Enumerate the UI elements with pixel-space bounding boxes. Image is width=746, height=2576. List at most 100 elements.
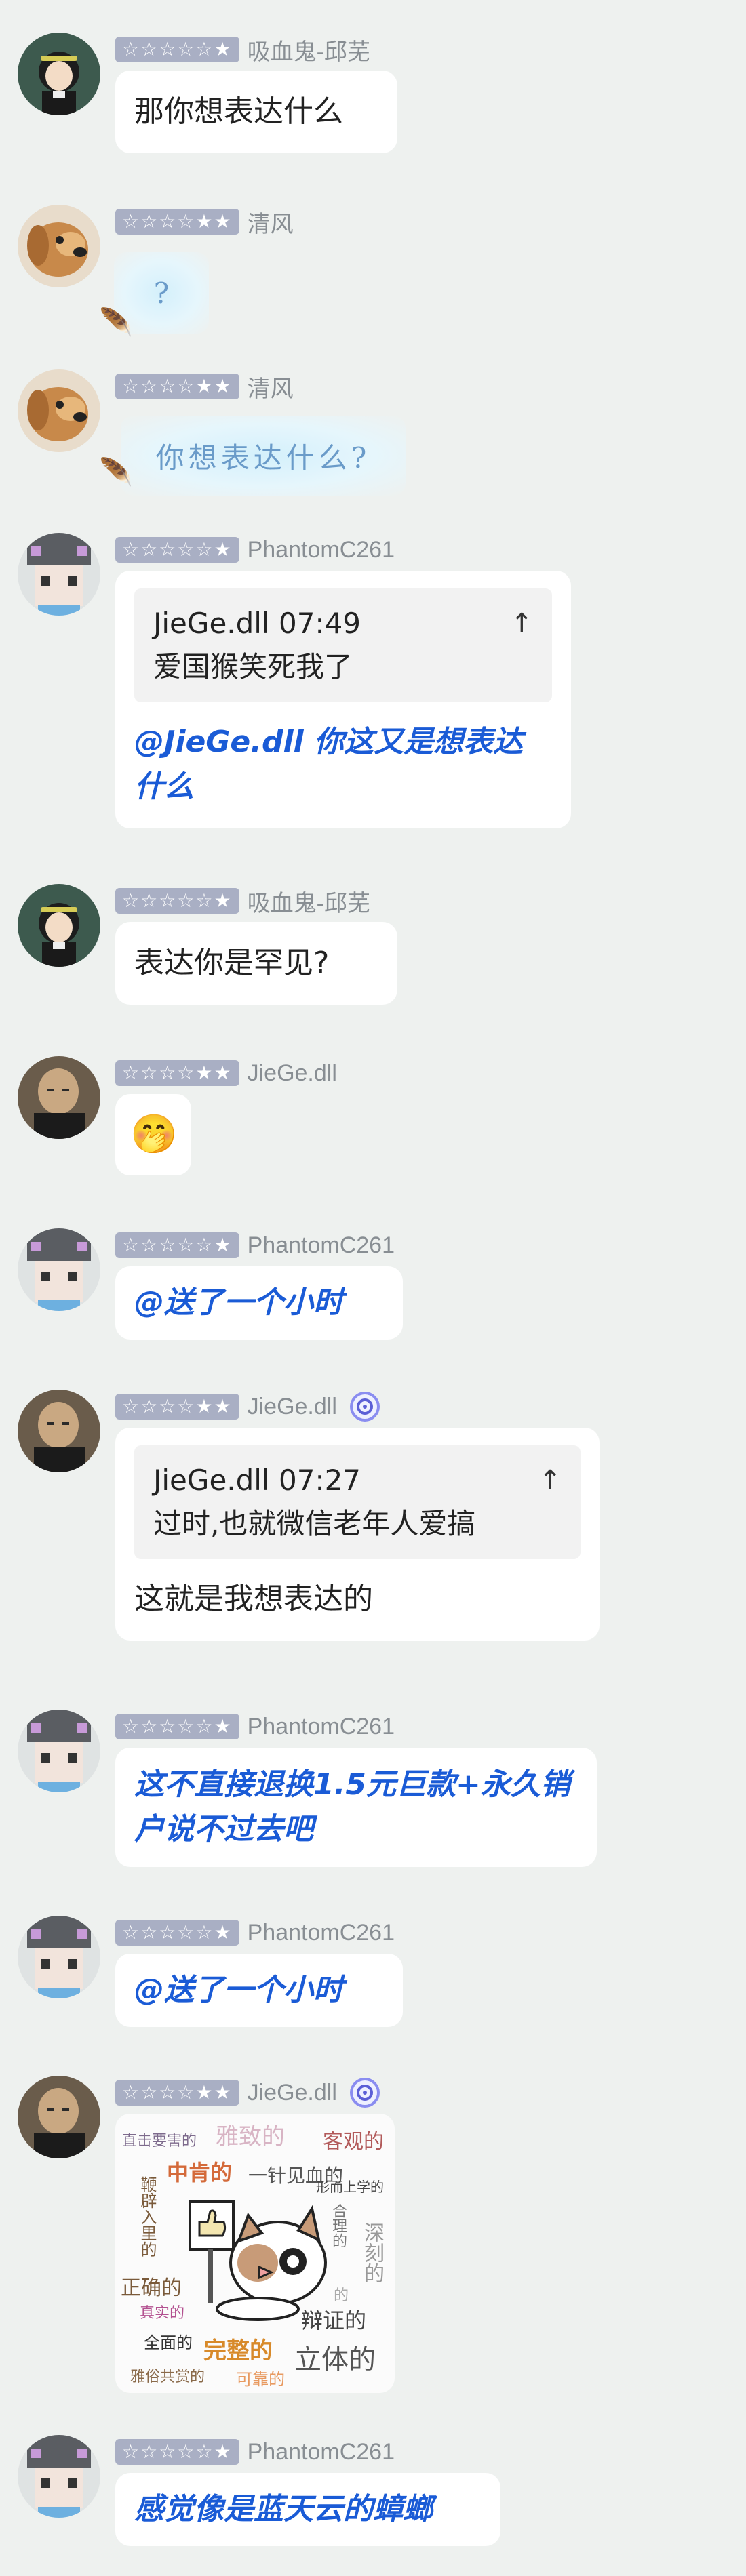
message-bubble[interactable]: 🤭 — [115, 1094, 191, 1175]
sender-meta: ☆☆☆☆☆★ PhantomC261 — [115, 536, 395, 564]
sender-meta: ☆☆☆☆★★ JieGe.dll — [115, 1059, 337, 1087]
message-bubble[interactable]: 表达你是罕见? — [115, 922, 397, 1005]
message-row: ☆☆☆☆☆★ PhantomC261 这不直接退换1.5元巨款+永久销户说不过去… — [0, 1710, 746, 1893]
sender-name[interactable]: JieGe.dll — [248, 1060, 337, 1087]
sticker-word: 可靠的 — [236, 2370, 285, 2389]
avatar[interactable] — [18, 1056, 100, 1139]
message-row: ☆☆☆☆☆★ PhantomC261 @送了一个小时 — [0, 1916, 746, 2051]
message-row: ☆☆☆☆★★ 清风 你想表达什么? 🪶 — [0, 369, 746, 505]
sender-name[interactable]: JieGe.dll — [248, 2080, 337, 2106]
message-text: 感觉像是蓝天云的蟑螂 — [134, 2492, 433, 2527]
message-bubble[interactable]: 感觉像是蓝天云的蟑螂 — [115, 2473, 500, 2546]
arrow-up-icon[interactable]: ↑ — [510, 602, 533, 645]
swirl-badge-icon — [349, 1392, 380, 1422]
level-stars: ☆☆☆☆☆★ — [115, 37, 239, 62]
message-row: ☆☆☆☆☆★ PhantomC261 感觉像是蓝天云的蟑螂 — [0, 2435, 746, 2571]
sender-name[interactable]: 吸血鬼-邱芜 — [248, 33, 370, 66]
level-stars: ☆☆☆☆★★ — [115, 1394, 239, 1420]
message-text: 这就是我想表达的 — [134, 1582, 373, 1616]
sticker-word: 鞭辟入里的 — [138, 2176, 157, 2257]
quote-header: JieGe.dll 07:49 — [153, 607, 361, 640]
level-stars: ☆☆☆☆☆★ — [115, 1714, 239, 1739]
message-text: @JieGe.dll 你这又是想表达什么 — [134, 725, 523, 804]
message-bubble[interactable]: 这不直接退换1.5元巨款+永久销户说不过去吧 — [115, 1748, 597, 1867]
sender-meta: ☆☆☆☆★★ 清风 — [115, 370, 294, 403]
message-row: ☆☆☆☆☆★ PhantomC261 @送了一个小时 — [0, 1228, 746, 1364]
message-row: ☆☆☆☆★★ JieGe.dll JieGe.dll 07:27 ↑ 过时,也就… — [0, 1390, 746, 1688]
level-stars: ☆☆☆☆☆★ — [115, 888, 239, 914]
quote-text: 过时,也就微信老年人爱搞 — [153, 1507, 476, 1540]
message-row: ☆☆☆☆☆★ PhantomC261 JieGe.dll 07:49 ↑ 爱国猴… — [0, 533, 746, 851]
avatar[interactable] — [18, 2435, 100, 2518]
message-text: @送了一个小时 — [134, 1973, 343, 2007]
quote-header: JieGe.dll 07:27 — [153, 1464, 361, 1497]
avatar[interactable] — [18, 1390, 100, 1472]
level-stars: ☆☆☆☆★★ — [115, 2080, 239, 2106]
sender-meta: ☆☆☆☆★★ 清风 — [115, 205, 294, 239]
sender-meta: ☆☆☆☆☆★ PhantomC261 — [115, 2438, 395, 2466]
decorated-bubble[interactable]: 你想表达什么? — [121, 416, 406, 496]
sender-name[interactable]: PhantomC261 — [248, 537, 395, 563]
message-row: ☆☆☆☆★★ 清风 ? 🪶 — [0, 205, 746, 347]
emoji: 🤭 — [130, 1112, 178, 1156]
sender-meta: ☆☆☆☆★★ JieGe.dll — [115, 2078, 380, 2108]
avatar[interactable] — [18, 884, 100, 967]
sender-meta: ☆☆☆☆☆★ 吸血鬼-邱芜 — [115, 33, 370, 66]
sender-meta: ☆☆☆☆☆★ PhantomC261 — [115, 1712, 395, 1741]
sender-meta: ☆☆☆☆☆★ 吸血鬼-邱芜 — [115, 885, 370, 918]
feather-icon: 🪶 — [99, 307, 133, 338]
sticker-word: 真实的 — [140, 2305, 185, 2322]
sender-name[interactable]: 清风 — [248, 205, 294, 239]
sticker-word: 中肯的 — [167, 2160, 233, 2186]
message-bubble[interactable]: JieGe.dll 07:27 ↑ 过时,也就微信老年人爱搞 这就是我想表达的 — [115, 1428, 600, 1641]
feather-icon: 🪶 — [99, 457, 133, 488]
swirl-badge-icon — [349, 2078, 380, 2108]
message-bubble[interactable]: @送了一个小时 — [115, 1954, 403, 2027]
message-text: 这不直接退换1.5元巨款+永久销户说不过去吧 — [134, 1767, 570, 1847]
sender-name[interactable]: 吸血鬼-邱芜 — [248, 885, 370, 918]
message-text: 你想表达什么? — [155, 441, 371, 475]
sender-name[interactable]: PhantomC261 — [248, 1714, 395, 1740]
message-bubble[interactable]: @送了一个小时 — [115, 1266, 403, 1340]
level-stars: ☆☆☆☆★★ — [115, 374, 239, 399]
level-stars: ☆☆☆☆★★ — [115, 1060, 239, 1086]
quoted-message[interactable]: JieGe.dll 07:49 ↑ 爱国猴笑死我了 — [134, 588, 552, 702]
message-row: ☆☆☆☆☆★ 吸血鬼-邱芜 那你想表达什么 — [0, 33, 746, 175]
sticker-word: 客观的 — [323, 2130, 384, 2154]
cat-with-thumbs-up-sign-icon — [189, 2200, 327, 2321]
sender-name[interactable]: JieGe.dll — [248, 1394, 337, 1420]
sender-name[interactable]: PhantomC261 — [248, 1920, 395, 1946]
message-text: ? — [153, 276, 170, 310]
avatar[interactable] — [18, 1228, 100, 1311]
avatar[interactable] — [18, 1916, 100, 1998]
level-stars: ☆☆☆☆★★ — [115, 209, 239, 235]
avatar[interactable] — [18, 1710, 100, 1792]
avatar[interactable] — [18, 369, 100, 452]
quote-text: 爱国猴笑死我了 — [153, 650, 353, 683]
arrow-up-icon[interactable]: ↑ — [538, 1459, 562, 1502]
message-row: ☆☆☆☆★★ JieGe.dll 直击要害的 雅致的 客观的 中肯的 一针见血的… — [0, 2076, 746, 2415]
quoted-message[interactable]: JieGe.dll 07:27 ↑ 过时,也就微信老年人爱搞 — [134, 1445, 581, 1559]
avatar[interactable] — [18, 2076, 100, 2158]
sticker-word: 直击要害的 — [122, 2133, 197, 2150]
sender-name[interactable]: PhantomC261 — [248, 1232, 395, 1259]
avatar[interactable] — [18, 533, 100, 616]
sender-name[interactable]: PhantomC261 — [248, 2439, 395, 2466]
avatar[interactable] — [18, 33, 100, 115]
avatar[interactable] — [18, 205, 100, 287]
level-stars: ☆☆☆☆☆★ — [115, 2439, 239, 2465]
message-bubble[interactable]: 那你想表达什么 — [115, 71, 397, 153]
sticker-word: 的 — [334, 2287, 349, 2304]
sticker-word: 全面的 — [144, 2333, 193, 2352]
message-row: ☆☆☆☆☆★ 吸血鬼-邱芜 表达你是罕见? — [0, 884, 746, 1020]
sticker-image[interactable]: 直击要害的 雅致的 客观的 中肯的 一针见血的 形而上学的 合理的 深刻的 鞭辟… — [115, 2114, 395, 2393]
sender-name[interactable]: 清风 — [248, 370, 294, 403]
sender-meta: ☆☆☆☆★★ JieGe.dll — [115, 1392, 380, 1422]
sticker-word: 深刻的 — [360, 2222, 384, 2283]
message-bubble[interactable]: JieGe.dll 07:49 ↑ 爱国猴笑死我了 @JieGe.dll 你这又… — [115, 571, 571, 828]
sticker-word: 完整的 — [203, 2337, 273, 2364]
message-row: ☆☆☆☆★★ JieGe.dll 🤭 — [0, 1056, 746, 1192]
sender-meta: ☆☆☆☆☆★ PhantomC261 — [115, 1918, 395, 1947]
sticker-word: 正确的 — [121, 2276, 182, 2300]
sticker-word: 立体的 — [294, 2344, 376, 2375]
